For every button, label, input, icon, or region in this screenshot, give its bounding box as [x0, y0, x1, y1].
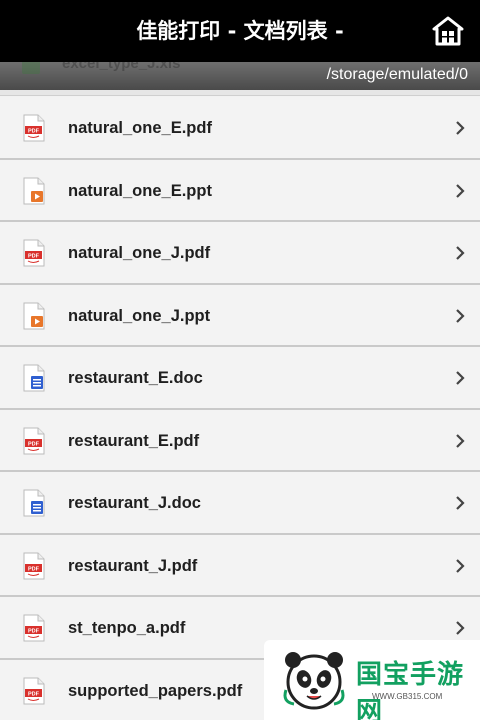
svg-text:PDF: PDF: [28, 254, 40, 260]
current-path: /storage/emulated/0: [326, 66, 468, 83]
doc-file-icon: [23, 489, 45, 517]
svg-text:PDF: PDF: [28, 566, 40, 572]
chevron-right-icon: [456, 558, 465, 573]
file-name: natural_one_E.ppt: [68, 181, 212, 200]
file-name: restaurant_E.pdf: [68, 431, 200, 450]
file-list: PDF natural_one_E.pdf natural_one_E.ppt …: [0, 97, 480, 720]
file-list-item[interactable]: natural_one_J.ppt: [0, 284, 480, 347]
chevron-right-icon: [456, 121, 465, 135]
file-list-item[interactable]: PDF restaurant_E.pdf: [0, 409, 480, 472]
divider: [0, 90, 480, 96]
file-name: restaurant_J.pdf: [68, 556, 198, 575]
pdf-file-icon: PDF: [23, 427, 45, 454]
home-icon[interactable]: [432, 15, 464, 47]
file-name: natural_one_E.pdf: [68, 119, 212, 137]
chevron-right-icon: [456, 433, 465, 448]
ppt-file-icon: [23, 177, 45, 204]
chevron-right-icon: [456, 183, 465, 198]
file-list-item[interactable]: PDF restaurant_J.pdf: [0, 534, 480, 597]
chevron-right-icon: [456, 621, 465, 635]
file-list-item[interactable]: PDF natural_one_J.pdf: [0, 222, 480, 285]
file-list-item[interactable]: natural_one_E.ppt: [0, 159, 480, 222]
xls-file-icon: [22, 62, 40, 74]
file-name: natural_one_J.ppt: [68, 306, 211, 325]
pdf-file-icon: PDF: [23, 552, 45, 579]
file-name: st_tenpo_a.pdf: [68, 619, 186, 637]
file-name: restaurant_J.doc: [68, 494, 201, 512]
pdf-file-icon: PDF: [23, 239, 45, 267]
file-name: excel_type_J.xls: [62, 62, 181, 72]
svg-text:PDF: PDF: [28, 129, 40, 135]
pdf-file-icon: PDF: [23, 614, 45, 642]
doc-file-icon: [23, 364, 45, 392]
svg-text:PDF: PDF: [28, 691, 40, 697]
chevron-right-icon: [456, 308, 465, 323]
file-name: natural_one_J.pdf: [68, 244, 211, 262]
svg-text:PDF: PDF: [28, 629, 40, 635]
watermark-text: 国宝手游网: [356, 660, 465, 720]
file-name: restaurant_E.doc: [68, 369, 203, 387]
path-bar: excel_type_J.xls /storage/emulated/0: [0, 62, 480, 90]
page-title: 佳能打印 - 文档列表 -: [136, 19, 344, 43]
watermark-url: WWW.GB315.COM: [372, 692, 443, 701]
partially-hidden-list-item[interactable]: excel_type_J.xls: [22, 62, 180, 74]
chevron-right-icon: [456, 371, 465, 385]
chevron-right-icon: [456, 496, 465, 510]
panda-logo-icon: [283, 652, 345, 710]
file-list-item[interactable]: restaurant_E.doc: [0, 347, 480, 410]
file-list-item[interactable]: restaurant_J.doc: [0, 472, 480, 535]
ppt-file-icon: [23, 302, 45, 329]
pdf-file-icon: PDF: [23, 677, 45, 704]
title-bar: 佳能打印 - 文档列表 -: [0, 0, 480, 62]
file-list-item[interactable]: PDF natural_one_E.pdf: [0, 97, 480, 160]
svg-text:PDF: PDF: [28, 441, 40, 447]
pdf-file-icon: PDF: [23, 114, 45, 142]
file-name: supported_papers.pdf: [68, 681, 243, 700]
watermark: 国宝手游网 WWW.GB315.COM: [264, 640, 480, 720]
chevron-right-icon: [456, 246, 465, 260]
